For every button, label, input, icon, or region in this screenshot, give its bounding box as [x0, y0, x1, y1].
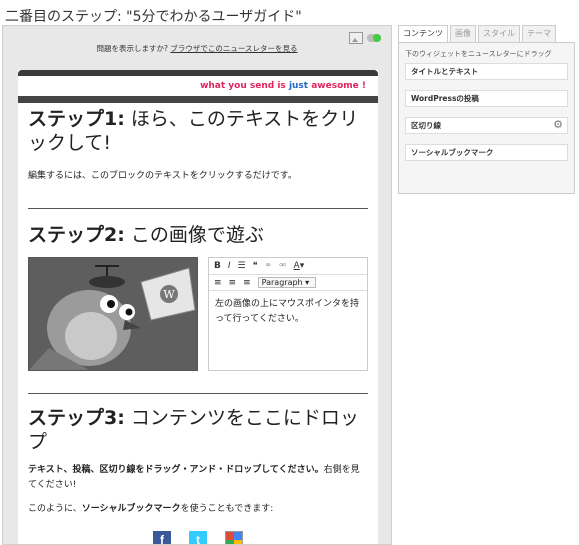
tagline-mid: just — [288, 81, 309, 91]
newsletter-editor-frame: 問題を表示しますか? ブラウザでこのニュースレターを見る what you se… — [2, 25, 392, 545]
bird-image[interactable]: W — [28, 257, 198, 371]
step3-body2-bold: ソーシャルブックマーク — [81, 504, 181, 514]
blockquote-icon[interactable]: ❝ — [253, 261, 258, 271]
editor-content[interactable]: 左の画像の上にマウスポインタを持って行ってください。 — [209, 291, 367, 343]
align-left-icon[interactable]: ≡ — [214, 278, 222, 288]
tagline-prefix: what you send is — [200, 81, 286, 91]
step3-body2[interactable]: このように、ソーシャルブックマークを使うこともできます: — [28, 502, 368, 517]
view-in-browser-link[interactable]: ブラウザでこのニュースレターを見る — [170, 44, 297, 53]
step3-body2-prefix: このように、 — [28, 504, 82, 514]
tab-style[interactable]: スタイル — [478, 25, 520, 42]
svg-text:W: W — [163, 288, 175, 301]
chevron-down-icon: ▾ — [305, 278, 310, 287]
step1-body[interactable]: 編集するには、このブロックのテキストをクリックするだけです。 — [28, 169, 368, 184]
bold-icon[interactable]: B — [214, 261, 221, 271]
step3-heading[interactable]: ステップ3: コンテンツをここにドロップ — [28, 406, 368, 454]
widget-wordpress-post[interactable]: WordPressの投稿 — [405, 90, 568, 107]
bullet-list-icon[interactable]: ☰ — [238, 261, 246, 271]
gear-icon[interactable]: ⚙ — [553, 119, 563, 131]
view-prompt: 問題を表示しますか? — [96, 44, 168, 53]
widget-divider-label: 区切り線 — [411, 121, 441, 130]
step2-label: ステップ2: — [28, 224, 125, 246]
step-divider — [28, 393, 368, 394]
step1-heading[interactable]: ステップ1: ほら、このテキストをクリックして! — [28, 107, 368, 155]
sidebar-tabs: コンテンツ 画像 スタイル テーマ — [398, 25, 575, 42]
social-bookmarks: f t — [18, 531, 378, 544]
tab-theme[interactable]: テーマ — [522, 25, 556, 42]
align-center-icon[interactable]: ≡ — [229, 278, 237, 288]
paragraph-format-select[interactable]: Paragraph ▾ — [257, 277, 316, 288]
google-buzz-icon[interactable] — [225, 531, 243, 544]
step2-content: W B I ☰ ❝ ⚭ ⚮ A▾ ≡ ≡ ≡ Paragraph ▾ 左の画像の… — [28, 257, 368, 371]
step1-label: ステップ1: — [28, 108, 125, 130]
bird-illustration: W — [29, 258, 197, 370]
step3-body-bold: テキスト、投稿、区切り線をドラッグ・アンド・ドロップしてください。 — [28, 465, 324, 475]
tab-images[interactable]: 画像 — [450, 25, 476, 42]
tab-content[interactable]: コンテンツ — [398, 25, 448, 42]
view-toggle[interactable] — [367, 34, 381, 42]
newsletter-canvas: what you send is just awesome ! ステップ1: ほ… — [18, 70, 378, 544]
text-color-icon[interactable]: A▾ — [294, 261, 305, 271]
view-in-browser-bar: 問題を表示しますか? ブラウザでこのニュースレターを見る — [3, 43, 391, 54]
widget-panel: 下のウィジェットをニュースレターにドラッグ タイトルとテキスト WordPres… — [398, 42, 575, 194]
step2-heading[interactable]: ステップ2: この画像で遊ぶ — [28, 223, 368, 247]
unlink-icon[interactable]: ⚮ — [279, 261, 287, 271]
widget-social-bookmarks[interactable]: ソーシャルブックマーク — [405, 144, 568, 161]
editor-toolbar: B I ☰ ❝ ⚭ ⚮ A▾ — [209, 258, 367, 275]
step3-body[interactable]: テキスト、投稿、区切り線をドラッグ・アンド・ドロップしてください。右側を見てくだ… — [28, 463, 368, 493]
paragraph-select-value: Paragraph — [261, 278, 303, 287]
facebook-icon[interactable]: f — [153, 531, 171, 544]
twitter-icon[interactable]: t — [189, 531, 207, 544]
widget-title-text[interactable]: タイトルとテキスト — [405, 63, 568, 80]
editor-toolbar-row2: ≡ ≡ ≡ Paragraph ▾ — [209, 275, 367, 291]
widget-hint: 下のウィジェットをニュースレターにドラッグ — [405, 50, 552, 58]
widget-divider[interactable]: 区切り線 ⚙ — [405, 117, 568, 134]
step3-body2-suffix: を使うこともできます: — [180, 504, 274, 514]
align-right-icon[interactable]: ≡ — [243, 278, 251, 288]
tagline-suffix: awesome ! — [311, 81, 366, 91]
link-icon[interactable]: ⚭ — [264, 261, 272, 271]
tagline[interactable]: what you send is just awesome ! — [18, 76, 378, 96]
rich-text-editor[interactable]: B I ☰ ❝ ⚭ ⚮ A▾ ≡ ≡ ≡ Paragraph ▾ 左の画像の上に… — [208, 257, 368, 371]
widget-sidebar: コンテンツ 画像 スタイル テーマ 下のウィジェットをニュースレターにドラッグ … — [398, 25, 575, 194]
header-stripe — [18, 96, 378, 103]
step2-heading-text: この画像で遊ぶ — [130, 224, 264, 246]
step-divider — [28, 208, 368, 209]
page-title: 二番目のステップ: "5分でわかるユーザガイド" — [5, 9, 302, 25]
italic-icon[interactable]: I — [228, 261, 231, 271]
step3-label: ステップ3: — [28, 407, 125, 429]
